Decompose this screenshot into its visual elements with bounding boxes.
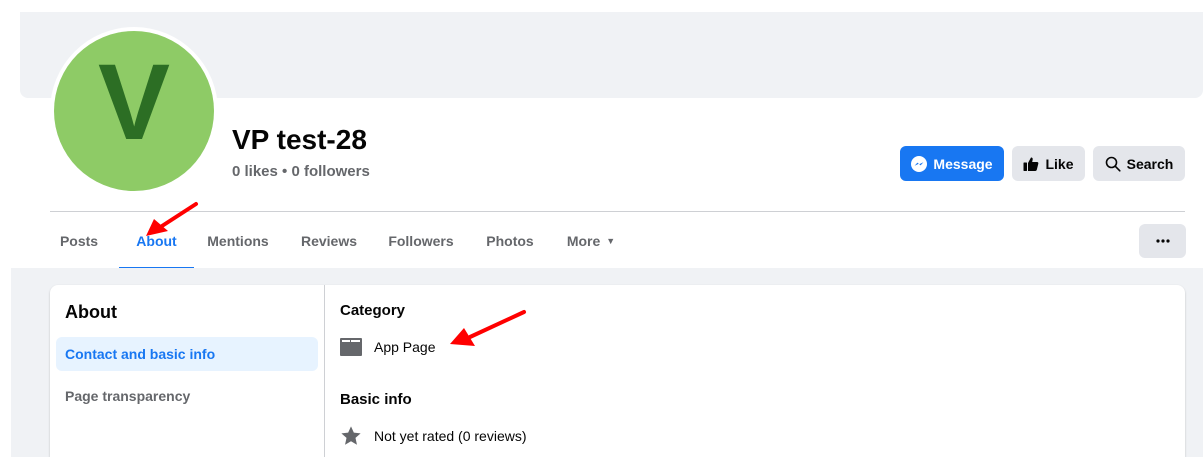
tab-label: More	[566, 233, 601, 249]
ellipsis-icon	[1155, 239, 1170, 243]
tab-label: Mentions	[207, 233, 269, 249]
sidebar-item-page-transparency[interactable]: Page transparency	[56, 379, 318, 413]
avatar-circle: V	[54, 31, 214, 191]
rating-text: Not yet rated (0 reviews)	[374, 428, 527, 444]
category-row: App Page	[340, 338, 436, 356]
search-button-label: Search	[1126, 155, 1174, 172]
tab-label: Photos	[486, 233, 534, 249]
page-stats: 0 likes • 0 followers	[232, 163, 370, 180]
sidebar-item-contact-basic-info[interactable]: Contact and basic info	[56, 337, 318, 371]
sidebar-item-label: Contact and basic info	[65, 346, 216, 362]
about-card: About Contact and basic info Page transp…	[50, 285, 1185, 457]
about-title: About	[65, 302, 117, 322]
tab-reviews[interactable]: Reviews	[293, 212, 365, 270]
tab-photos[interactable]: Photos	[477, 212, 543, 270]
message-button-label: Message	[933, 155, 993, 172]
tab-posts[interactable]: Posts	[52, 212, 106, 270]
page-root: V VP test-28 0 likes • 0 followers Messa…	[0, 0, 1203, 457]
star-icon	[341, 426, 361, 445]
avatar-letter: V	[97, 41, 171, 162]
search-icon	[1105, 156, 1121, 172]
sidebar-item-label: Page transparency	[65, 388, 191, 404]
about-sidebar: About Contact and basic info Page transp…	[50, 285, 325, 457]
like-button[interactable]: Like	[1012, 146, 1085, 181]
category-heading: Category	[340, 302, 406, 319]
tab-label: About	[136, 233, 177, 249]
like-button-label: Like	[1045, 155, 1074, 172]
tab-followers[interactable]: Followers	[378, 212, 464, 270]
tab-label: Reviews	[300, 233, 358, 249]
message-button[interactable]: Message	[900, 146, 1004, 181]
category-value: App Page	[374, 339, 436, 355]
basic-info-heading: Basic info	[340, 391, 412, 408]
tab-label: Posts	[59, 233, 99, 249]
search-button[interactable]: Search	[1093, 146, 1185, 181]
caret-down-icon: ▼	[606, 236, 616, 246]
more-options-button[interactable]	[1139, 224, 1186, 258]
rating-row: Not yet rated (0 reviews)	[340, 425, 527, 447]
tab-about[interactable]: About	[119, 212, 194, 270]
page-tabs: Posts About Mentions Reviews Followers P…	[50, 212, 1186, 270]
tab-label: Followers	[388, 233, 454, 249]
thumbs-up-icon	[1023, 157, 1039, 171]
page-title: VP test-28	[232, 124, 367, 155]
messenger-icon	[911, 155, 928, 172]
tab-mentions[interactable]: Mentions	[198, 212, 278, 270]
profile-avatar[interactable]: V	[50, 27, 218, 195]
folder-icon	[340, 338, 362, 356]
tab-more[interactable]: More ▼	[556, 212, 626, 270]
